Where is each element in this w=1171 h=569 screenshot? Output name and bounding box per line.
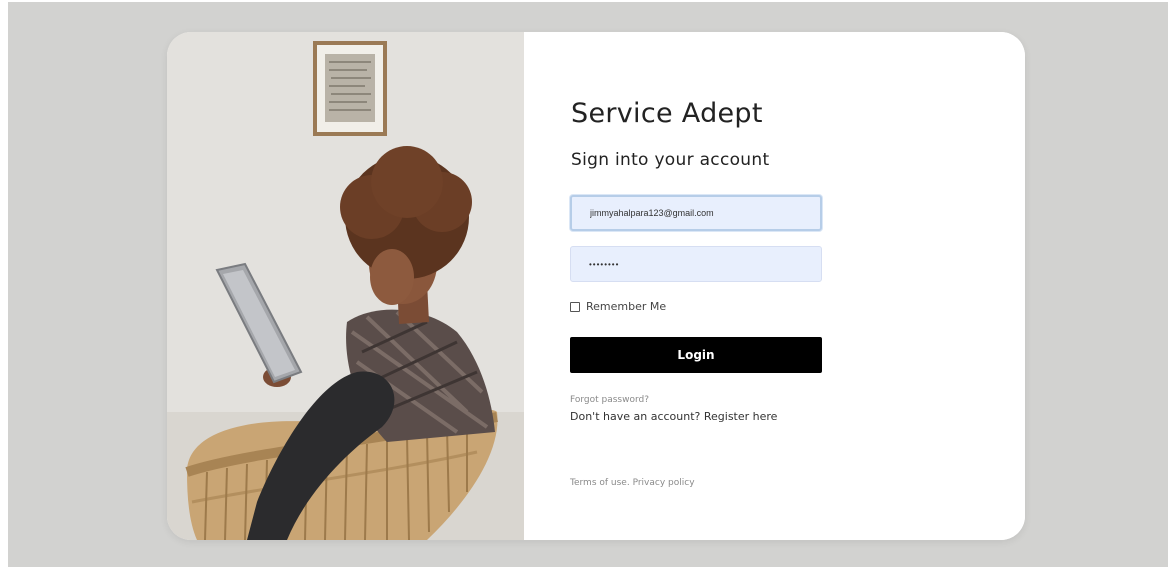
terms-link[interactable]: Terms of use.: [570, 478, 630, 488]
register-link[interactable]: Register here: [704, 410, 778, 423]
email-field[interactable]: [570, 195, 822, 231]
wall-frame: [313, 41, 387, 136]
remember-me-checkbox[interactable]: [570, 301, 580, 312]
register-prompt: Don't have an account? Register here: [570, 410, 777, 423]
brand-title: Service Adept: [571, 98, 763, 129]
register-prefix: Don't have an account?: [570, 410, 701, 423]
login-card: Service Adept Sign into your account Rem…: [167, 32, 1025, 540]
login-form-panel: Service Adept Sign into your account Rem…: [524, 32, 1025, 540]
forgot-password-link[interactable]: Forgot password?: [570, 395, 649, 405]
login-button[interactable]: Login: [570, 337, 822, 373]
woman-with-tablet-photo: [167, 32, 524, 540]
footer-links: Terms of use. Privacy policy: [570, 478, 695, 488]
page-background: Service Adept Sign into your account Rem…: [8, 2, 1168, 567]
remember-me-label: Remember Me: [586, 300, 667, 313]
password-field[interactable]: [570, 246, 822, 282]
form-heading: Sign into your account: [571, 150, 770, 170]
hero-photo: [167, 32, 524, 540]
remember-me[interactable]: Remember Me: [570, 300, 666, 313]
privacy-link[interactable]: Privacy policy: [633, 478, 695, 488]
